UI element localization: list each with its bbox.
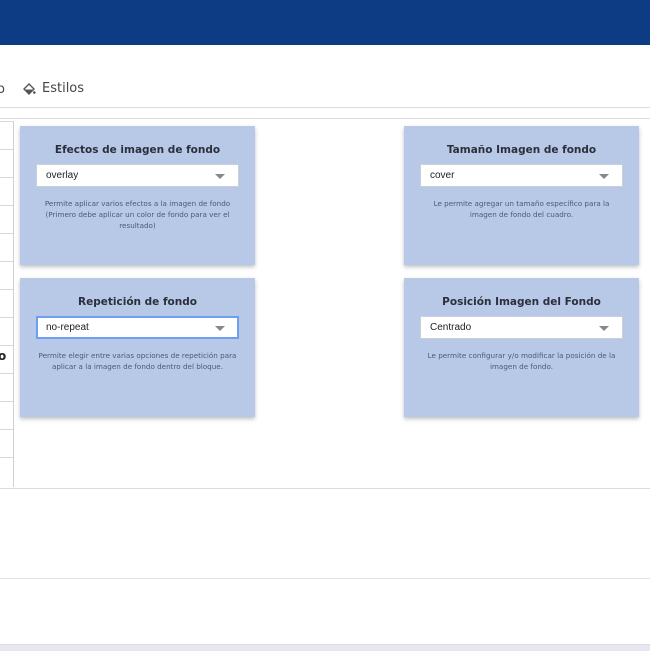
left-list	[0, 121, 14, 487]
list-item[interactable]	[0, 289, 13, 290]
card-title: Efectos de imagen de fondo	[54, 144, 221, 156]
card-description: Le permite configurar y/o modificar la p…	[427, 351, 616, 371]
list-item[interactable]	[0, 345, 13, 346]
list-item[interactable]	[0, 317, 13, 318]
footer-divider	[0, 578, 650, 579]
paint-bucket-icon	[22, 82, 36, 96]
list-item[interactable]	[0, 261, 13, 262]
background-position-card: Posición Imagen del Fondo Centrado Le pe…	[404, 278, 639, 417]
list-item[interactable]	[0, 457, 13, 458]
background-repeat-card: Repetición de fondo no-repeat Permite el…	[20, 278, 255, 417]
card-title: Posición Imagen del Fondo	[442, 296, 601, 308]
select-value: Centrado	[430, 322, 472, 333]
background-position-select[interactable]: Centrado	[420, 316, 623, 339]
card-title: Repetición de fondo	[78, 296, 197, 308]
list-item[interactable]	[0, 177, 13, 178]
list-item[interactable]	[0, 121, 13, 122]
card-title: Tamaño Imagen de fondo	[446, 144, 597, 156]
list-item[interactable]	[0, 429, 13, 430]
tab-styles-label: Estilos	[42, 81, 85, 96]
chevron-down-icon	[215, 326, 225, 331]
list-item[interactable]	[0, 373, 13, 374]
background-effects-card: Efectos de imagen de fondo overlay Permi…	[20, 126, 255, 265]
background-size-select[interactable]: cover	[420, 164, 623, 187]
list-item[interactable]	[0, 149, 13, 150]
tab-partial-label[interactable]: o	[0, 82, 5, 97]
tabs-row	[0, 45, 650, 108]
list-item[interactable]	[0, 205, 13, 206]
top-navigation-bar	[0, 0, 650, 45]
card-description: Permite elegir entre varias opciones de …	[38, 351, 237, 371]
select-value: cover	[430, 170, 455, 181]
select-value: no-repeat	[46, 322, 89, 333]
list-item[interactable]	[0, 401, 13, 402]
chevron-down-icon	[215, 174, 225, 179]
background-effects-select[interactable]: overlay	[36, 164, 239, 187]
select-value: overlay	[46, 170, 79, 181]
background-size-card: Tamaño Imagen de fondo cover Le permite …	[404, 126, 639, 265]
list-item[interactable]	[0, 233, 13, 234]
chevron-down-icon	[599, 174, 609, 179]
card-description: Le permite agregar un tamaño específico …	[433, 199, 610, 219]
tab-styles[interactable]: Estilos	[22, 81, 84, 96]
chevron-down-icon	[599, 326, 609, 331]
background-repeat-select[interactable]: no-repeat	[36, 316, 239, 339]
card-description: Permite aplicar varios efectos a la imag…	[44, 199, 231, 230]
left-list-active-char[interactable]: o	[0, 349, 6, 363]
